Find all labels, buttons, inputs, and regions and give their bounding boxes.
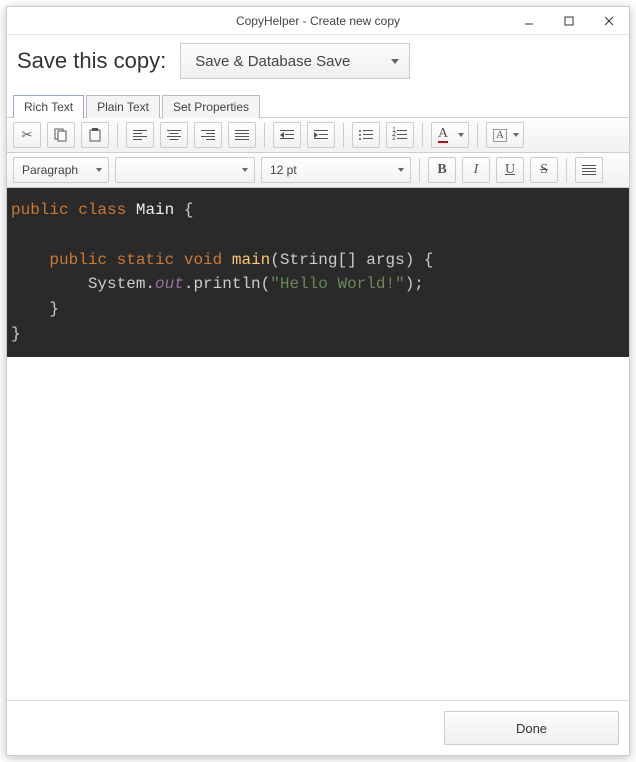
font-color-button[interactable]: A	[431, 122, 469, 148]
cut-icon: ✂	[22, 127, 33, 143]
italic-button[interactable]: I	[462, 157, 490, 183]
paste-button[interactable]	[81, 122, 109, 148]
highlight-button[interactable]: A	[486, 122, 524, 148]
toolbar-separator	[419, 158, 420, 182]
bullet-list-icon	[359, 130, 373, 140]
toolbar-separator	[422, 123, 423, 147]
align-center-icon	[167, 130, 181, 140]
paste-icon	[88, 128, 102, 142]
chevron-down-icon	[398, 168, 404, 172]
justify-button-2[interactable]	[575, 157, 603, 183]
align-justify-button[interactable]	[228, 122, 256, 148]
code-block: public class Main { public static void m…	[7, 188, 629, 357]
align-justify-icon	[235, 130, 249, 140]
number-list-icon	[393, 130, 407, 140]
indent-icon	[314, 130, 328, 140]
strike-icon: S	[540, 163, 548, 177]
paragraph-style-select[interactable]: Paragraph	[13, 157, 109, 183]
chevron-down-icon	[458, 133, 464, 137]
align-left-icon	[133, 130, 147, 140]
toolbar-separator	[264, 123, 265, 147]
chevron-down-icon	[513, 133, 519, 137]
save-mode-value: Save & Database Save	[195, 53, 350, 70]
paragraph-style-value: Paragraph	[22, 163, 78, 177]
toolbar-formatting-2: Paragraph 12 pt B I U S	[7, 153, 629, 188]
tab-bar: Rich Text Plain Text Set Properties	[7, 91, 629, 117]
indent-button[interactable]	[307, 122, 335, 148]
tab-rich-text[interactable]: Rich Text	[13, 95, 84, 118]
chevron-down-icon	[391, 59, 399, 64]
copy-button[interactable]	[47, 122, 75, 148]
number-list-button[interactable]	[386, 122, 414, 148]
outdent-icon	[280, 130, 294, 140]
header-label: Save this copy:	[17, 48, 166, 74]
align-left-button[interactable]	[126, 122, 154, 148]
align-center-button[interactable]	[160, 122, 188, 148]
bold-button[interactable]: B	[428, 157, 456, 183]
font-color-icon: A	[438, 127, 448, 143]
bold-icon: B	[437, 163, 446, 177]
font-family-select[interactable]	[115, 157, 255, 183]
bullet-list-button[interactable]	[352, 122, 380, 148]
align-right-icon	[201, 130, 215, 140]
header: Save this copy: Save & Database Save	[7, 35, 629, 89]
toolbar-separator	[566, 158, 567, 182]
copy-icon	[54, 128, 68, 142]
window: CopyHelper - Create new copy Save this c…	[6, 6, 630, 756]
align-justify-icon	[582, 165, 596, 175]
highlight-icon: A	[493, 129, 507, 142]
tab-plain-text[interactable]: Plain Text	[86, 95, 160, 118]
done-button[interactable]: Done	[444, 711, 619, 745]
strike-button[interactable]: S	[530, 157, 558, 183]
titlebar: CopyHelper - Create new copy	[7, 7, 629, 35]
editor-area[interactable]: public class Main { public static void m…	[7, 188, 629, 700]
cut-button[interactable]: ✂	[13, 122, 41, 148]
toolbar-separator	[477, 123, 478, 147]
window-title: CopyHelper - Create new copy	[7, 14, 629, 28]
save-mode-dropdown[interactable]: Save & Database Save	[180, 43, 410, 79]
outdent-button[interactable]	[273, 122, 301, 148]
underline-button[interactable]: U	[496, 157, 524, 183]
toolbar-separator	[117, 123, 118, 147]
toolbar-formatting-1: ✂ A A	[7, 117, 629, 153]
toolbar-separator	[343, 123, 344, 147]
align-right-button[interactable]	[194, 122, 222, 148]
chevron-down-icon	[242, 168, 248, 172]
tab-set-properties[interactable]: Set Properties	[162, 95, 260, 118]
chevron-down-icon	[96, 168, 102, 172]
footer: Done	[7, 700, 629, 755]
underline-icon: U	[505, 163, 515, 177]
italic-icon: I	[474, 163, 479, 177]
font-size-select[interactable]: 12 pt	[261, 157, 411, 183]
font-size-value: 12 pt	[270, 163, 297, 177]
